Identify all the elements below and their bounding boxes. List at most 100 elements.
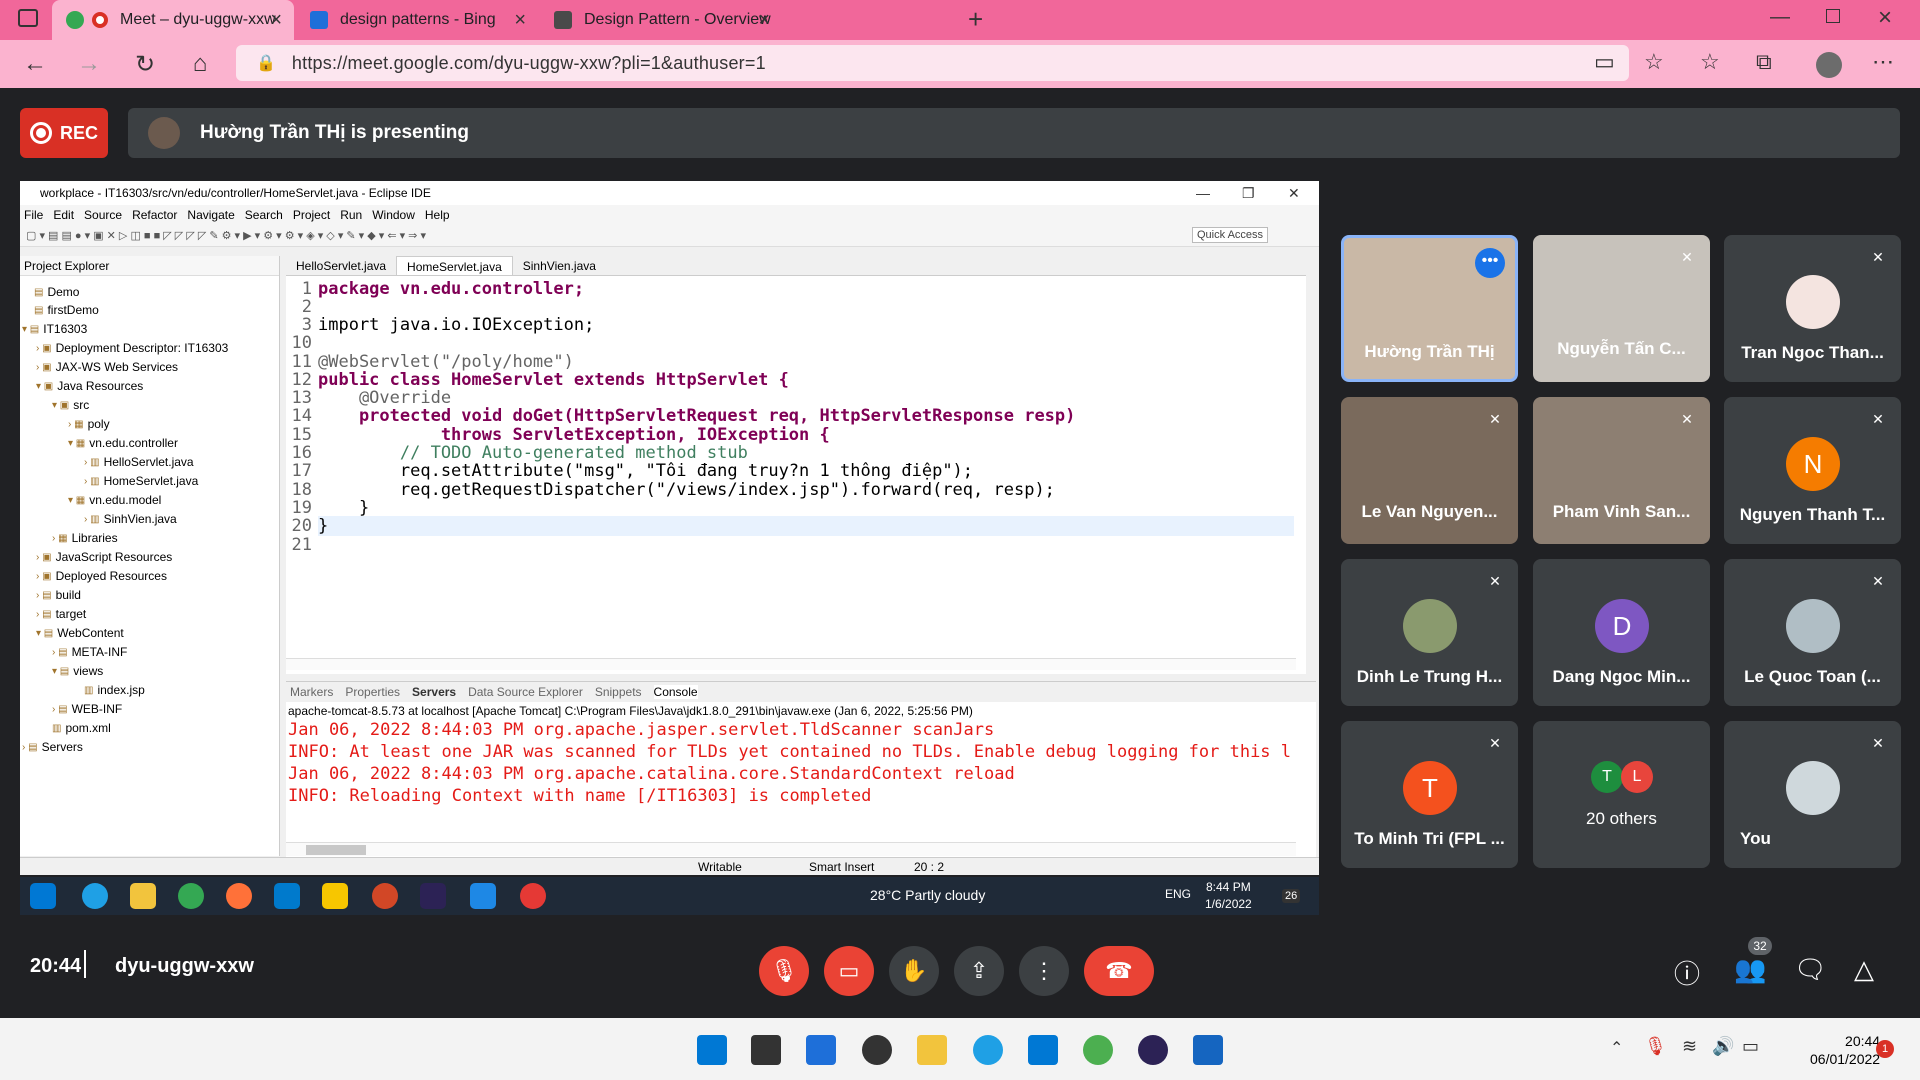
close-tab-icon[interactable]: × [514, 9, 526, 32]
more-icon[interactable]: ⋯ [1872, 49, 1894, 75]
tab-data-source-explorer[interactable]: Data Source Explorer [468, 685, 583, 699]
tree-item[interactable]: ▾ ▤ WebContent [36, 626, 124, 640]
zalo-icon[interactable] [1193, 1035, 1223, 1065]
tab-console[interactable]: Console [653, 685, 698, 699]
tree-item[interactable]: › ▤ WEB-INF [52, 702, 122, 716]
menu-project[interactable]: Project [293, 208, 330, 222]
participant-tile-self[interactable]: ✕ You [1724, 721, 1901, 868]
editor-tab-active[interactable]: HomeServlet.java [396, 256, 513, 275]
tree-item[interactable]: › ▣ Deployment Descriptor: IT16303 [36, 341, 228, 355]
restore-icon[interactable] [1826, 9, 1840, 23]
participant-tile[interactable]: ✕ Dinh Le Trung H... [1341, 559, 1518, 706]
menu-window[interactable]: Window [372, 208, 415, 222]
widgets-icon[interactable] [806, 1035, 836, 1065]
horizontal-scrollbar[interactable] [286, 658, 1296, 670]
tree-item[interactable]: ▾ ▤ IT16303 [22, 322, 87, 336]
tree-item[interactable]: ▾ ▣ Java Resources [36, 379, 143, 393]
tree-item[interactable]: › ▥ HelloServlet.java [84, 455, 194, 469]
tree-item[interactable]: › ▣ JAX-WS Web Services [36, 360, 178, 374]
menu-help[interactable]: Help [425, 208, 450, 222]
mic-in-use-icon[interactable]: 🎙 [1644, 1036, 1667, 1057]
profile-avatar[interactable] [1816, 52, 1842, 78]
participant-tile[interactable]: D Dang Ngoc Min... [1533, 559, 1710, 706]
tab-properties[interactable]: Properties [345, 685, 400, 699]
system-clock[interactable]: 20:44 06/01/2022 [1810, 1032, 1880, 1068]
tree-item[interactable]: › ▥ HomeServlet.java [84, 474, 198, 488]
forward-icon[interactable]: → [74, 50, 104, 78]
eclipse-icon[interactable] [1138, 1035, 1168, 1065]
tree-item[interactable]: ▥ index.jsp [84, 683, 145, 697]
tree-item[interactable]: ▾ ▦ vn.edu.model [68, 493, 161, 507]
tree-item[interactable]: ▾ ▤ views [52, 664, 103, 678]
participant-tile[interactable]: ✕ Nguyễn Tấn C... [1533, 235, 1710, 382]
activities-icon[interactable]: △ [1854, 954, 1874, 985]
close-window-icon[interactable]: × [1878, 4, 1892, 32]
code-editor[interactable]: HelloServlet.java HomeServlet.java SinhV… [286, 256, 1306, 674]
tree-item[interactable]: ▤ firstDemo [34, 303, 99, 317]
minimize-icon[interactable]: — [1196, 185, 1210, 201]
task-view-icon[interactable] [751, 1035, 781, 1065]
menu-search[interactable]: Search [245, 208, 283, 222]
chat-icon[interactable]: 🗨 [1794, 954, 1827, 985]
sidebar-toggle-icon[interactable] [18, 9, 38, 27]
quick-access-field[interactable]: Quick Access [1192, 227, 1269, 243]
app-icon[interactable] [1083, 1035, 1113, 1065]
new-tab-icon[interactable]: + [968, 4, 983, 35]
raise-hand-button[interactable]: ✋ [889, 946, 939, 996]
tree-item[interactable]: › ▣ JavaScript Resources [36, 550, 172, 564]
more-options-button[interactable]: ⋮ [1019, 946, 1069, 996]
close-tab-icon[interactable]: × [758, 9, 770, 32]
dark-mode-icon[interactable] [862, 1035, 892, 1065]
tree-item[interactable]: › ▤ target [36, 607, 86, 621]
tree-item[interactable]: › ▤ Servers [22, 740, 83, 754]
participant-tile[interactable]: ✕ Pham Vinh San... [1533, 397, 1710, 544]
favorite-add-icon[interactable]: ☆ [1644, 49, 1664, 75]
url-field[interactable]: 🔒 https://meet.google.com/dyu-uggw-xxw?p… [236, 45, 1629, 81]
participant-tile[interactable]: ✕ Le Quoc Toan (... [1724, 559, 1901, 706]
tree-item[interactable]: › ▣ Deployed Resources [36, 569, 167, 583]
restore-icon[interactable]: ❐ [1242, 185, 1255, 202]
minimize-icon[interactable]: — [1770, 6, 1790, 29]
tab-snippets[interactable]: Snippets [595, 685, 642, 699]
participant-tile[interactable]: ••• Hường Trần THị [1341, 235, 1518, 382]
tree-item[interactable]: ▾ ▦ vn.edu.controller [68, 436, 178, 450]
tree-item[interactable]: ▤ Demo [34, 285, 79, 299]
edge-icon[interactable] [973, 1035, 1003, 1065]
tab-design-pattern[interactable]: Design Pattern - Overview × [540, 0, 782, 40]
notification-badge[interactable]: 1 [1876, 1040, 1894, 1058]
tree-item[interactable]: › ▦ Libraries [52, 531, 118, 545]
mail-icon[interactable] [1028, 1035, 1058, 1065]
battery-icon[interactable]: ▭ [1742, 1036, 1759, 1057]
participant-tile[interactable]: ✕ N Nguyen Thanh T... [1724, 397, 1901, 544]
camera-toggle-button[interactable]: ▭ [824, 946, 874, 996]
wifi-icon[interactable]: ≋ [1682, 1036, 1697, 1057]
mic-toggle-button[interactable]: 🎙 [759, 946, 809, 996]
tree-item[interactable]: › ▤ META-INF [52, 645, 127, 659]
participant-tile[interactable]: ✕ T To Minh Tri (FPL ... [1341, 721, 1518, 868]
tree-item[interactable]: ▾ ▣ src [52, 398, 89, 412]
toolbar-icons[interactable]: ▢ ▾ ▤ ▤ ● ▾ ▣ ✕ ▷ ◫ ■ ■ ◸ ◸ ◸ ◸ ✎ ⚙ ▾ ▶ … [26, 229, 426, 242]
tree-item[interactable]: ▥ pom.xml [52, 721, 111, 735]
menu-source[interactable]: Source [84, 208, 122, 222]
close-tab-icon[interactable]: × [270, 9, 282, 32]
participant-tile[interactable]: ✕ Le Van Nguyen... [1341, 397, 1518, 544]
tab-bing[interactable]: design patterns - Bing × [296, 0, 538, 40]
menu-run[interactable]: Run [340, 208, 362, 222]
file-explorer-icon[interactable] [917, 1035, 947, 1065]
scroll-thumb[interactable] [306, 845, 366, 855]
tab-servers[interactable]: Servers [412, 685, 456, 699]
console-scrollbar[interactable] [286, 842, 1296, 856]
tab-meet[interactable]: Meet – dyu-uggw-xxw × [52, 0, 294, 40]
back-icon[interactable]: ← [20, 50, 50, 78]
volume-icon[interactable]: 🔊 [1712, 1036, 1734, 1057]
favorites-icon[interactable]: ☆ [1700, 49, 1720, 75]
menu-file[interactable]: File [24, 208, 43, 222]
editor-tab[interactable]: SinhVien.java [513, 256, 606, 275]
participant-tile-others[interactable]: T L 20 others [1533, 721, 1710, 868]
editor-tab[interactable]: HelloServlet.java [286, 256, 396, 275]
more-options-icon[interactable]: ••• [1475, 248, 1505, 278]
home-icon[interactable]: ⌂ [185, 50, 215, 78]
present-button[interactable]: ⇪ [954, 946, 1004, 996]
close-icon[interactable]: ✕ [1288, 185, 1300, 202]
tray-chevron-icon[interactable]: ⌃ [1610, 1038, 1623, 1058]
